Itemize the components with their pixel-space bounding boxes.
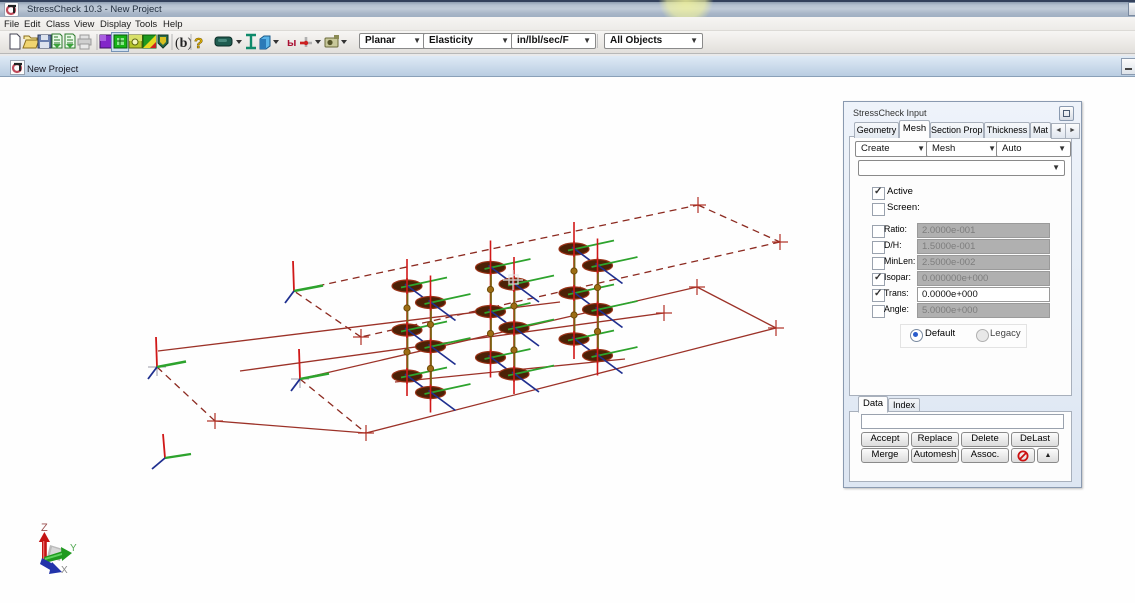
svg-text:X: X bbox=[61, 565, 68, 576]
svg-text:Y: Y bbox=[70, 543, 77, 554]
svg-text:Z: Z bbox=[41, 522, 48, 534]
